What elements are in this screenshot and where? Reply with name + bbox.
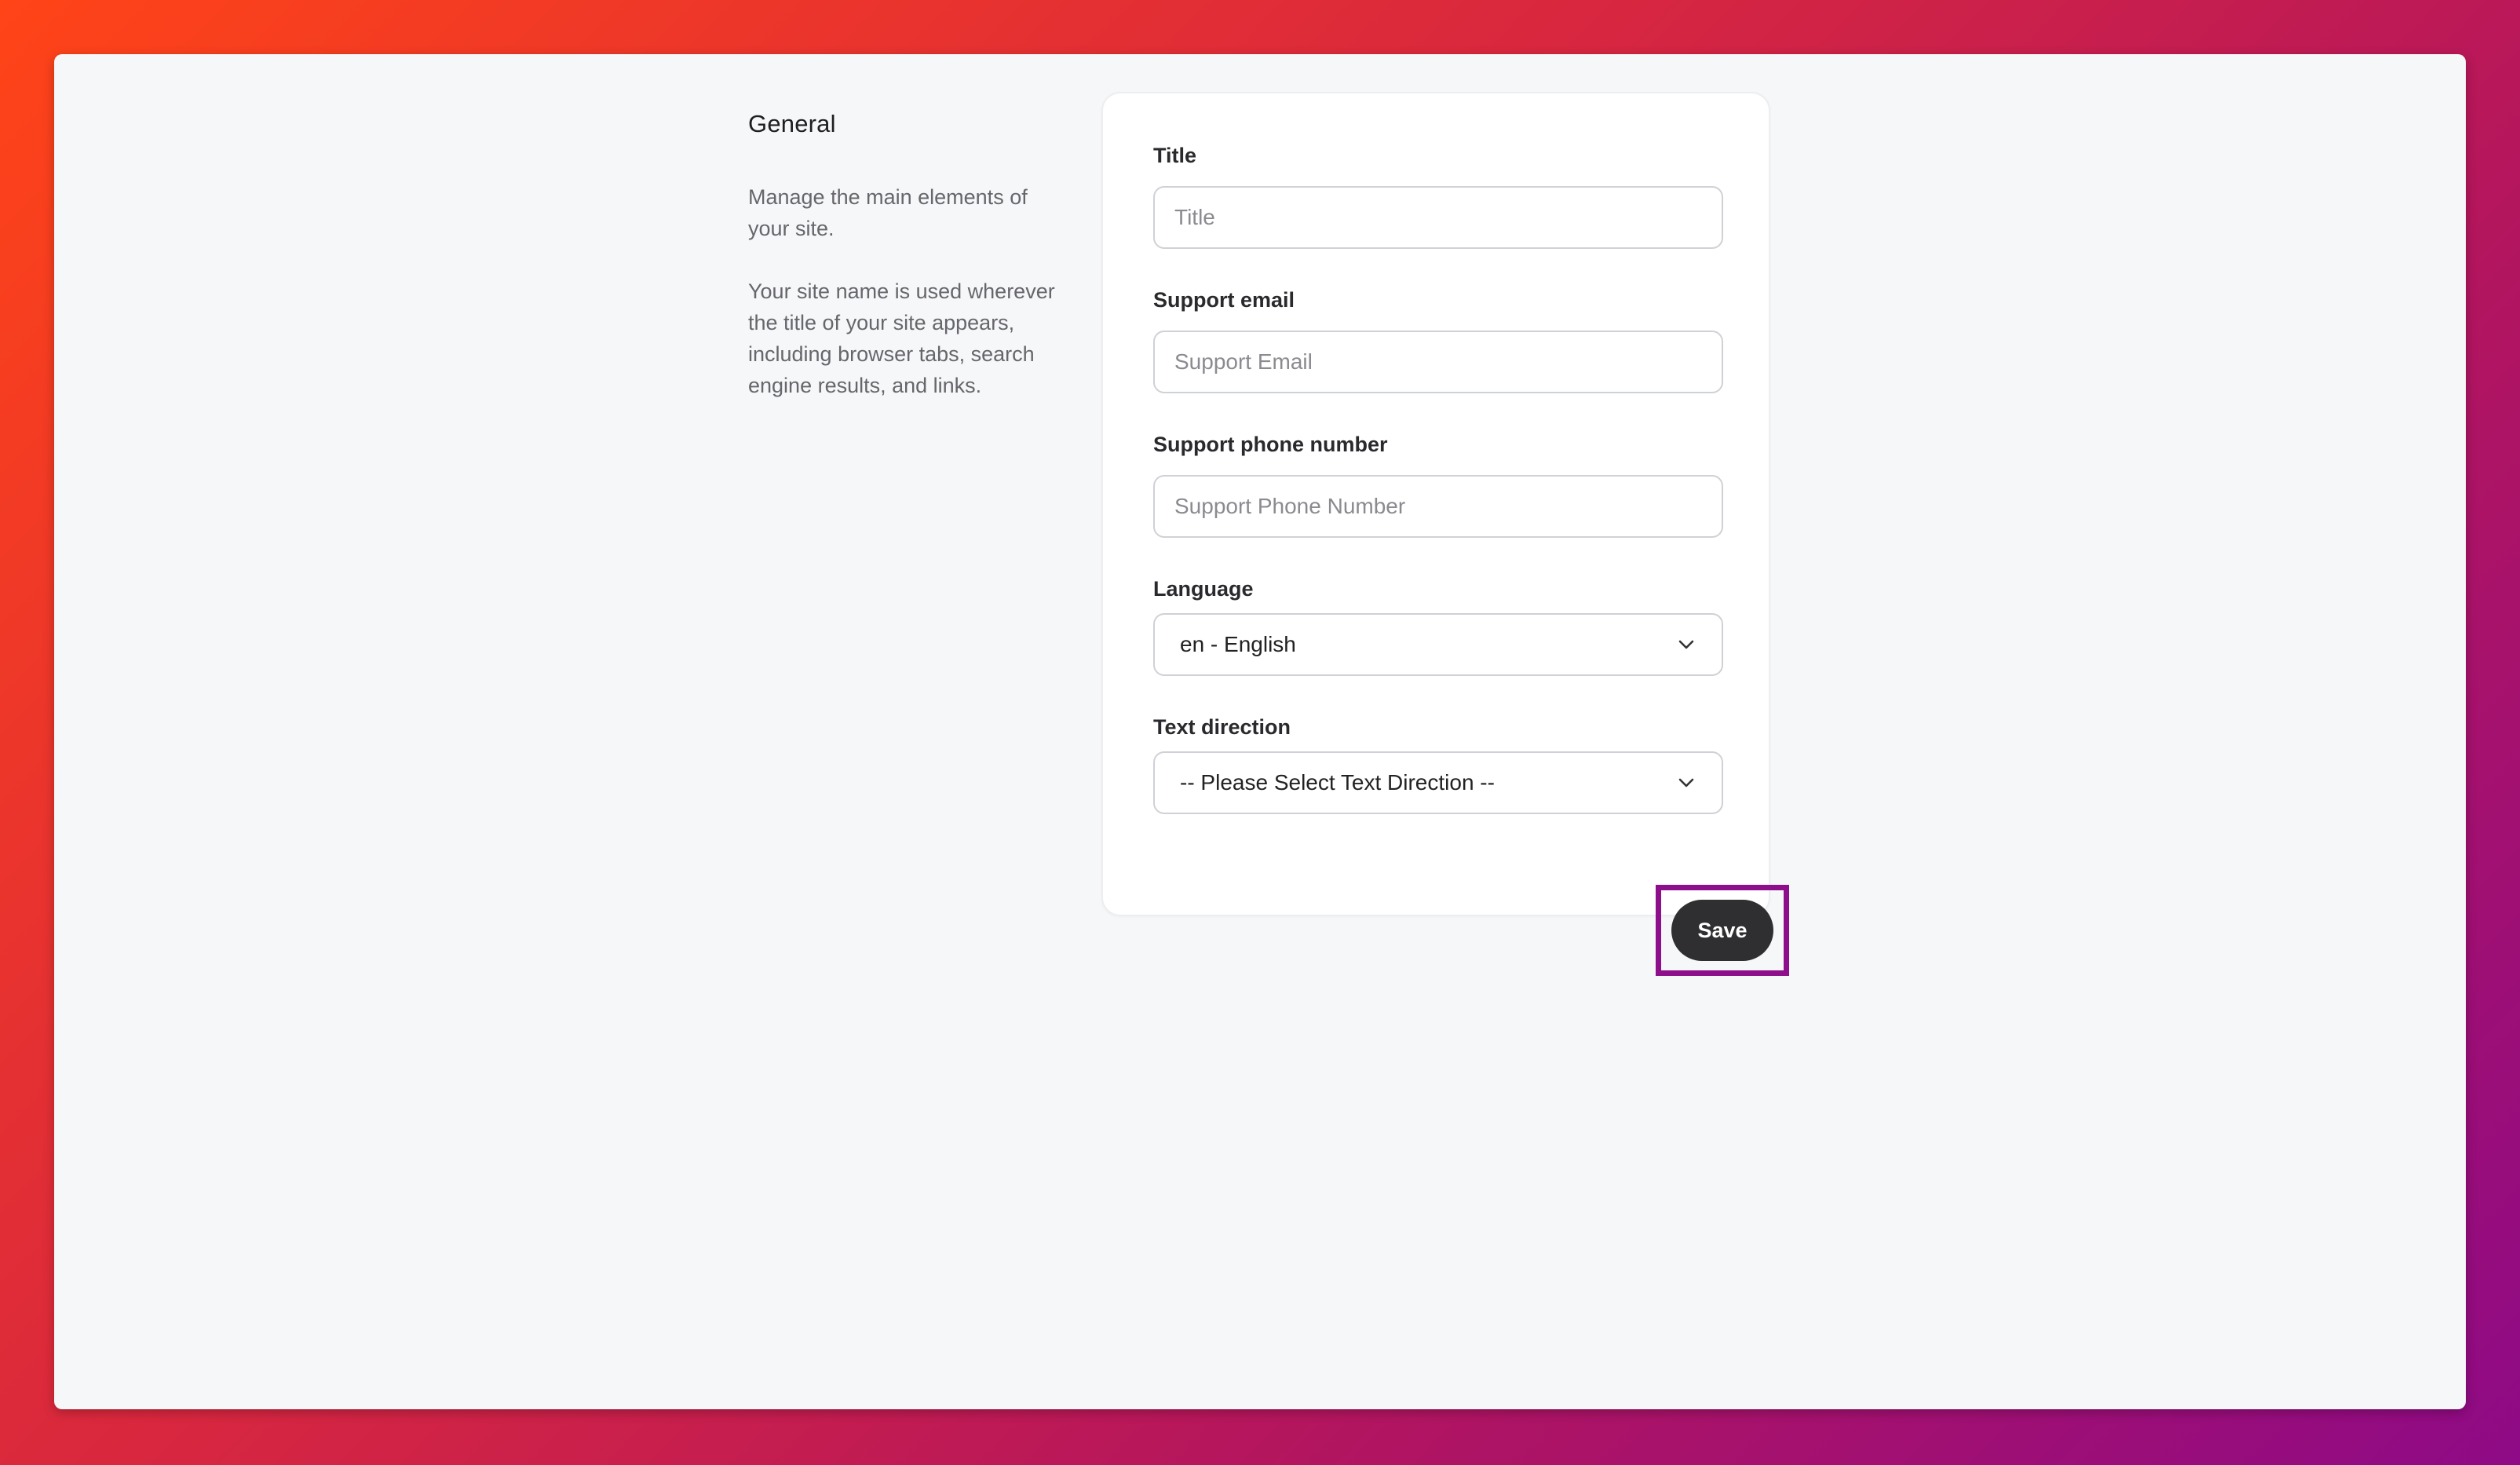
section-description-site-name: Your site name is used wherever the titl… (748, 279, 1055, 397)
title-input[interactable] (1153, 186, 1723, 249)
text-direction-label: Text direction (1153, 715, 1291, 739)
section-description: Manage the main elements of your site. (748, 185, 1028, 240)
save-button[interactable]: Save (1671, 900, 1773, 961)
general-settings-card: Title Support email Support phone number… (1101, 92, 1770, 916)
settings-window: General Manage the main elements of your… (54, 54, 2466, 1409)
support-phone-label: Support phone number (1153, 433, 1388, 456)
chevron-down-icon (1676, 773, 1696, 793)
title-label: Title (1153, 144, 1197, 167)
text-direction-select[interactable]: -- Please Select Text Direction -- (1153, 751, 1723, 814)
chevron-down-icon (1676, 634, 1696, 655)
text-direction-selected-value: -- Please Select Text Direction -- (1180, 770, 1495, 795)
support-phone-input[interactable] (1153, 475, 1723, 538)
language-label: Language (1153, 577, 1254, 601)
section-title: General (748, 110, 836, 137)
language-select[interactable]: en - English (1153, 613, 1723, 676)
support-email-input[interactable] (1153, 331, 1723, 393)
language-selected-value: en - English (1180, 632, 1296, 656)
support-email-label: Support email (1153, 288, 1295, 312)
